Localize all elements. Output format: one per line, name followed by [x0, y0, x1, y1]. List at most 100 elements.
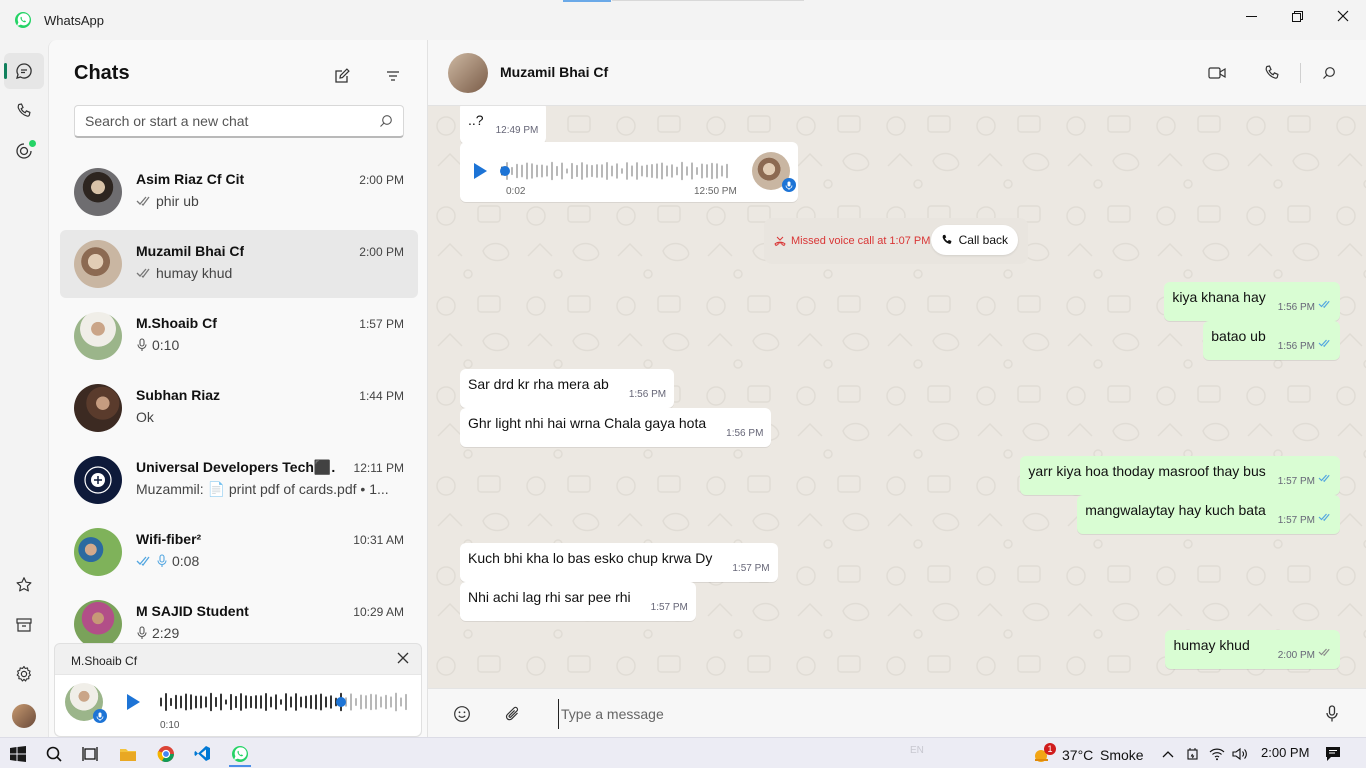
microphone-icon	[1325, 705, 1339, 723]
voice-message[interactable]: 0:02 12:50 PM	[460, 142, 798, 202]
minimize-button[interactable]	[1228, 0, 1274, 32]
waveform-bar	[626, 162, 628, 180]
microphone-icon	[136, 626, 148, 640]
waveform-bar	[360, 694, 362, 710]
video-call-button[interactable]	[1201, 57, 1233, 89]
player-waveform[interactable]	[159, 689, 413, 715]
message-incoming[interactable]: Nhi achi lag rhi sar pee rhi 1:57 PM	[460, 582, 696, 621]
search-in-chat-button[interactable]	[1313, 57, 1345, 89]
status-nav-button[interactable]	[4, 133, 44, 169]
notification-center-button[interactable]	[1318, 740, 1348, 767]
waveform-bar	[245, 695, 247, 709]
clock[interactable]: 2:00 PM	[1261, 745, 1309, 760]
message-outgoing[interactable]: humay khud 2:00 PM	[1165, 630, 1340, 669]
player-contact-name: M.Shoaib Cf	[71, 654, 138, 668]
message-text: humay khud	[1173, 637, 1250, 653]
task-view-button[interactable]	[75, 740, 105, 767]
waveform-bar	[190, 694, 192, 710]
chat-item-asim-riaz[interactable]: Asim Riaz Cf Cit 2:00 PM phir ub	[60, 158, 418, 226]
chats-nav-button[interactable]	[4, 53, 44, 89]
message-outgoing[interactable]: mangwalaytay hay kuch bata 1:57 PM	[1077, 495, 1340, 534]
double-check-icon	[136, 195, 152, 207]
message-area: ..? 12:49 PM 0:02 12:50 PM Missed voice c…	[428, 106, 1366, 688]
call-back-label: Call back	[958, 233, 1008, 247]
input-language[interactable]: EN	[910, 745, 924, 756]
missed-call-icon	[774, 235, 786, 247]
message-incoming[interactable]: ..? 12:49 PM	[460, 106, 547, 144]
chats-title: Chats	[74, 62, 130, 84]
waveform-bar	[350, 693, 352, 711]
attach-button[interactable]	[497, 699, 529, 729]
contact-avatar[interactable]	[448, 53, 488, 93]
chat-preview: 0:10	[136, 337, 179, 353]
profile-avatar[interactable]	[12, 704, 36, 728]
file-explorer-button[interactable]	[113, 740, 143, 767]
waveform-bar	[390, 696, 392, 708]
voice-call-button[interactable]	[1256, 57, 1288, 89]
archived-nav-button[interactable]	[4, 607, 44, 643]
waveform-bar	[641, 165, 643, 177]
waveform-bar	[601, 164, 603, 178]
chat-item-muzamil-bhai[interactable]: Muzamil Bhai Cf 2:00 PM humay khud	[60, 230, 418, 298]
start-button[interactable]	[3, 740, 33, 767]
message-outgoing[interactable]: yarr kiya hoa thoday masroof thay bus 1:5…	[1020, 456, 1340, 495]
video-camera-icon	[1208, 66, 1226, 80]
chat-item-m-sajid[interactable]: M SAJID Student 10:29 AM 2:29	[60, 590, 418, 644]
chat-name: Universal Developers Tech⬛...	[136, 459, 336, 475]
chevron-up-icon	[1162, 750, 1174, 758]
filter-chats-button[interactable]	[377, 60, 409, 92]
message-incoming[interactable]: Ghr light nhi hai wrna Chala gaya hota 1:…	[460, 408, 772, 447]
waveform-bar	[355, 697, 357, 707]
waveform-bar	[210, 692, 212, 712]
call-back-button[interactable]: Call back	[930, 225, 1018, 255]
close-window-button[interactable]	[1320, 0, 1366, 32]
contact-name[interactable]: Muzamil Bhai Cf	[500, 64, 608, 80]
chat-item-subhan-riaz[interactable]: Subhan Riaz 1:44 PM Ok	[60, 374, 418, 442]
voice-record-button[interactable]	[1316, 699, 1348, 729]
chat-preview-text: humay khud	[156, 265, 233, 281]
chat-item-m-shoaib[interactable]: M.Shoaib Cf 1:57 PM 0:10	[60, 302, 418, 370]
search-box[interactable]	[74, 105, 404, 138]
chat-item-wifi-fiber[interactable]: Wifi-fiber² 10:31 AM 0:08	[60, 518, 418, 586]
avatar	[74, 384, 122, 432]
search-icon[interactable]	[379, 114, 393, 128]
message-time: 1:56 PM	[1277, 302, 1315, 313]
waveform-bar	[706, 164, 708, 178]
waveform-bar	[230, 693, 232, 711]
double-check-blue-icon	[1318, 512, 1332, 522]
new-chat-button[interactable]	[326, 60, 358, 92]
message-input[interactable]	[558, 699, 1298, 729]
emoji-button[interactable]	[446, 699, 478, 729]
weather-widget[interactable]: 1 37°C Smoke	[1032, 741, 1144, 767]
message-outgoing[interactable]: kiya khana hay 1:56 PM	[1164, 282, 1340, 321]
waveform-bar	[616, 163, 618, 179]
chat-item-universal-developers[interactable]: Universal Developers Tech⬛... 12:11 PM M…	[60, 446, 418, 514]
vscode-button[interactable]	[187, 740, 217, 767]
header-divider	[1300, 63, 1301, 83]
waveform-bar	[696, 166, 698, 176]
waveform-bar	[295, 693, 297, 711]
restore-button[interactable]	[1274, 0, 1320, 32]
chrome-button[interactable]	[151, 740, 181, 767]
waveform-bar	[646, 164, 648, 178]
voice-waveform[interactable]	[500, 158, 734, 184]
search-input[interactable]	[85, 113, 379, 129]
message-outgoing[interactable]: batao ub 1:56 PM	[1203, 321, 1340, 360]
close-player-button[interactable]	[397, 652, 409, 664]
settings-nav-button[interactable]	[4, 656, 44, 692]
calls-nav-button[interactable]	[4, 93, 44, 129]
play-button[interactable]	[472, 162, 488, 180]
missed-call-notice: Missed voice call at 1:07 PM Call back	[764, 218, 1028, 264]
message-incoming[interactable]: Sar drd kr rha mera ab 1:56 PM	[460, 369, 675, 408]
double-check-blue-icon	[1318, 299, 1332, 309]
phone-icon	[941, 234, 953, 246]
waveform-bar	[395, 692, 397, 712]
volume-button[interactable]	[1225, 740, 1255, 767]
play-button[interactable]	[125, 693, 141, 711]
search-taskbar-button[interactable]	[39, 740, 69, 767]
whatsapp-taskbar-button[interactable]	[225, 740, 255, 767]
starred-nav-button[interactable]	[4, 567, 44, 603]
message-composer	[428, 688, 1366, 737]
chat-name: Muzamil Bhai Cf	[136, 243, 245, 259]
message-incoming[interactable]: Kuch bhi kha lo bas esko chup krwa Dy 1:5…	[460, 543, 778, 582]
